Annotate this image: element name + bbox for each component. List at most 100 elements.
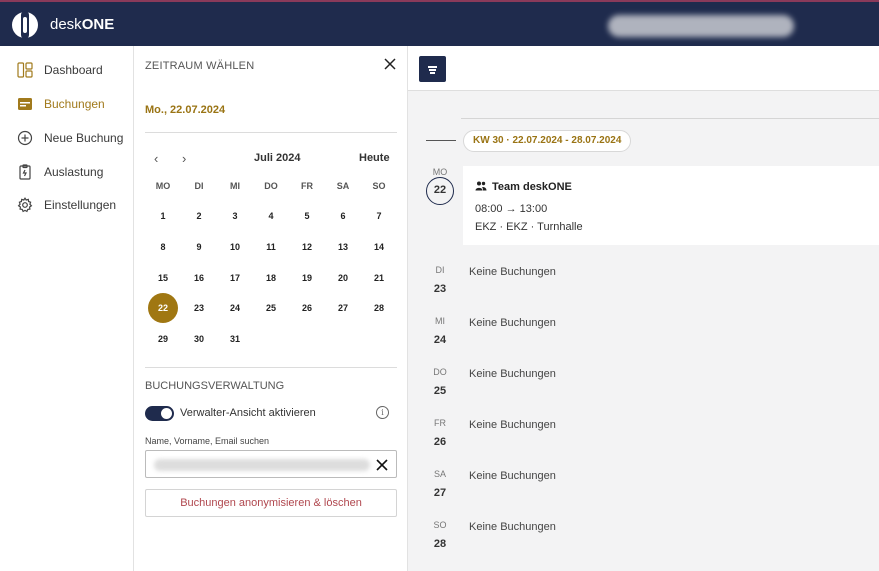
plus-circle-icon <box>17 130 33 146</box>
no-bookings-text: Keine Buchungen <box>469 368 556 380</box>
calendar-day[interactable]: 6 <box>328 201 358 231</box>
day-number: 28 <box>433 538 447 550</box>
calendar-day[interactable]: 12 <box>292 232 322 262</box>
calendar-day[interactable]: 14 <box>364 232 394 262</box>
calendar-month: Juli 2024 <box>254 152 301 164</box>
sidebar-item-label: Neue Buchung <box>44 131 124 145</box>
date-range-panel: ZEITRAUM WÄHLEN Mo., 22.07.2024 ‹ › Juli… <box>134 46 408 571</box>
user-account-menu[interactable] <box>608 15 794 37</box>
search-input[interactable] <box>145 450 397 478</box>
today-button[interactable]: Heute <box>359 152 390 164</box>
calendar-day[interactable]: 21 <box>364 263 394 293</box>
calendar-day[interactable]: 7 <box>364 201 394 231</box>
calendar-day[interactable]: 19 <box>292 263 322 293</box>
calendar-day[interactable]: 29 <box>148 324 178 354</box>
no-bookings-text: Keine Buchungen <box>469 266 556 278</box>
search-input-value <box>154 459 370 471</box>
deskone-logo-icon[interactable] <box>12 12 38 38</box>
week-range-badge: KW 30 · 22.07.2024 - 28.07.2024 <box>463 130 632 152</box>
group-icon <box>475 181 487 191</box>
calendar-day[interactable]: 25 <box>256 293 286 323</box>
section-title: BUCHUNGSVERWALTUNG <box>145 380 285 392</box>
top-bar: deskONE <box>0 0 879 46</box>
calendar-day[interactable]: 16 <box>184 263 214 293</box>
clear-icon[interactable] <box>375 458 389 472</box>
day-abbr: DO <box>433 367 447 377</box>
booking-time: 08:00 → 13:00 <box>475 203 548 215</box>
no-bookings-text: Keine Buchungen <box>469 470 556 482</box>
day-abbr: SO <box>433 520 447 530</box>
calendar-day[interactable]: 5 <box>292 201 322 231</box>
calendar-day[interactable]: 28 <box>364 293 394 323</box>
calendar-day[interactable]: 26 <box>292 293 322 323</box>
calendar-day[interactable]: 1 <box>148 201 178 231</box>
sidebar-item-auslastung[interactable]: Auslastung <box>0 157 134 187</box>
calendar-day[interactable]: 11 <box>256 232 286 262</box>
info-icon[interactable]: i <box>376 406 389 419</box>
calendar-day[interactable]: 2 <box>184 201 214 231</box>
calendar-day[interactable]: 20 <box>328 263 358 293</box>
close-icon[interactable] <box>383 57 397 71</box>
brand-name: deskONE <box>50 16 115 33</box>
calendar-day[interactable]: 27 <box>328 293 358 323</box>
clipboard-icon <box>19 164 31 180</box>
sidebar-item-label: Buchungen <box>44 97 105 111</box>
no-bookings-text: Keine Buchungen <box>469 521 556 533</box>
weekday-label: DI <box>194 181 204 191</box>
no-bookings-text: Keine Buchungen <box>469 317 556 329</box>
day-abbr: SA <box>433 469 446 479</box>
calendar-day-selected[interactable]: 22 <box>148 293 178 323</box>
weekday-label: FR <box>301 181 313 191</box>
day-abbr: MI <box>435 316 445 326</box>
gear-icon <box>17 197 33 213</box>
sidebar-item-dashboard[interactable]: Dashboard <box>0 55 134 85</box>
weekday-label: MI <box>230 181 240 191</box>
main-toolbar <box>408 46 879 91</box>
calendar-day[interactable]: 4 <box>256 201 286 231</box>
calendar-day[interactable]: 24 <box>220 293 250 323</box>
calendar-icon <box>18 98 32 110</box>
sidebar-item-neue-buchung[interactable]: Neue Buchung <box>0 123 134 153</box>
calendar-day[interactable]: 17 <box>220 263 250 293</box>
filter-button[interactable] <box>419 56 446 82</box>
sidebar-item-label: Einstellungen <box>44 198 117 212</box>
selected-date: Mo., 22.07.2024 <box>145 104 226 116</box>
day-abbr: MO <box>432 167 448 177</box>
calendar-day[interactable]: 13 <box>328 232 358 262</box>
weekday-label: DO <box>264 181 278 191</box>
sidebar-item-label: Dashboard <box>44 63 103 77</box>
chevron-left-icon[interactable]: ‹ <box>154 151 158 166</box>
day-number: 23 <box>433 283 447 295</box>
filter-icon-line <box>429 69 436 71</box>
weekday-label: MO <box>155 181 171 191</box>
manager-view-toggle[interactable] <box>145 406 174 421</box>
calendar-day[interactable]: 18 <box>256 263 286 293</box>
sidebar-item-buchungen[interactable]: Buchungen <box>0 89 134 119</box>
dashboard-icon <box>17 62 33 78</box>
calendar-day[interactable]: 31 <box>220 324 250 354</box>
calendar-day[interactable]: 23 <box>184 293 214 323</box>
weekday-label: SA <box>336 181 350 191</box>
day-number: 26 <box>433 436 447 448</box>
calendar-day[interactable]: 9 <box>184 232 214 262</box>
calendar-day[interactable]: 10 <box>220 232 250 262</box>
calendar-day[interactable]: 30 <box>184 324 214 354</box>
calendar-day[interactable]: 15 <box>148 263 178 293</box>
weekday-label: SO <box>372 181 386 191</box>
divider <box>145 132 397 133</box>
filter-icon-line <box>430 72 435 74</box>
booking-card[interactable]: Team deskONE 08:00 → 13:00 EKZ · EKZ · T… <box>463 166 879 245</box>
booking-list: KW 30 · 22.07.2024 - 28.07.2024 MO 22 Te… <box>408 46 879 571</box>
sidebar-item-einstellungen[interactable]: Einstellungen <box>0 190 134 220</box>
search-label: Name, Vorname, Email suchen <box>145 436 270 446</box>
chevron-right-icon[interactable]: › <box>182 151 186 166</box>
calendar-day[interactable]: 3 <box>220 201 250 231</box>
panel-title: ZEITRAUM WÄHLEN <box>145 60 255 72</box>
booking-title: Team deskONE <box>492 181 572 193</box>
week-connector-line <box>426 140 456 141</box>
toggle-label: Verwalter-Ansicht aktivieren <box>180 407 316 419</box>
anonymize-delete-button[interactable]: Buchungen anonymisieren & löschen <box>145 489 397 517</box>
calendar-day[interactable]: 8 <box>148 232 178 262</box>
arrow-right-icon: → <box>505 203 520 215</box>
no-bookings-text: Keine Buchungen <box>469 419 556 431</box>
